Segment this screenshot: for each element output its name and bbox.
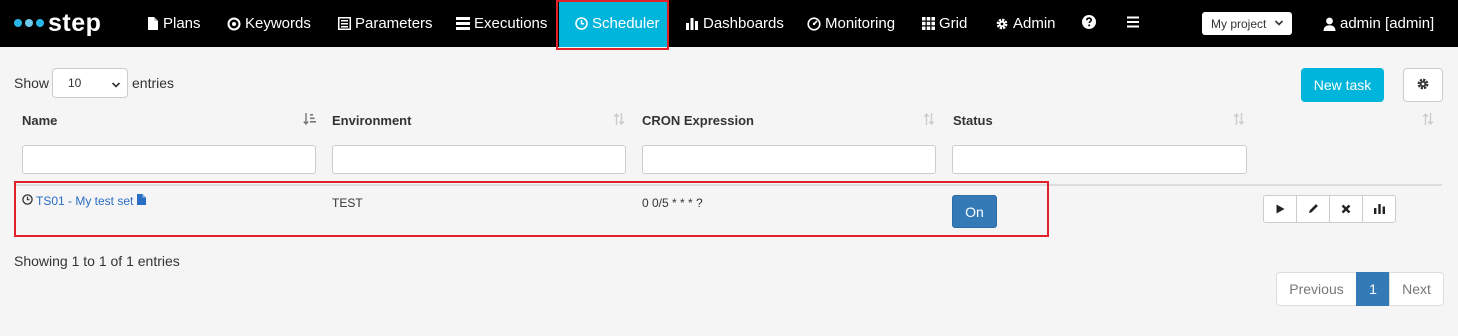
column-header-status[interactable]: Status	[953, 113, 993, 128]
nav-executions-label: Executions	[474, 15, 548, 32]
pagination: Previous 1 Next	[1276, 272, 1444, 306]
delete-task-button[interactable]	[1330, 196, 1363, 222]
grid-icon	[921, 17, 935, 31]
sort-icon[interactable]	[923, 112, 935, 129]
nav-plans[interactable]: Plans	[145, 0, 201, 47]
task-name-cell: TS01 - My test set	[22, 194, 147, 208]
column-header-environment[interactable]: Environment	[332, 113, 411, 128]
status-toggle-button[interactable]: On	[952, 195, 997, 228]
task-environment: TEST	[332, 196, 363, 210]
sort-icon[interactable]	[1233, 112, 1245, 129]
logo-dots-icon	[14, 19, 44, 27]
step-logo[interactable]: step	[14, 8, 101, 38]
chevron-down-icon	[1274, 17, 1284, 31]
sort-icon[interactable]	[613, 112, 625, 129]
gear-icon	[1416, 77, 1430, 94]
filter-input-name[interactable]	[22, 145, 316, 174]
run-task-button[interactable]	[1264, 196, 1297, 222]
nav-dashboards-label: Dashboards	[703, 15, 784, 32]
entries-label: entries	[132, 75, 175, 91]
table-settings-button[interactable]	[1403, 68, 1443, 102]
nav-keywords[interactable]: Keywords	[227, 0, 311, 47]
user-icon	[1323, 17, 1336, 31]
nav-keywords-label: Keywords	[245, 15, 311, 32]
tasks-icon	[456, 17, 470, 31]
filter-input-status[interactable]	[952, 145, 1247, 174]
question-icon	[1082, 14, 1096, 33]
page-1-button[interactable]: 1	[1356, 272, 1390, 306]
table-header-divider	[14, 184, 1442, 186]
nav-scheduler-label: Scheduler	[592, 15, 660, 32]
task-cron: 0 0/5 * * * ?	[642, 196, 703, 210]
help-button[interactable]	[1082, 0, 1096, 47]
bar-chart-icon	[685, 17, 699, 31]
nav-parameters[interactable]: Parameters	[337, 0, 433, 47]
task-row-highlight-outline	[14, 181, 1049, 237]
logo-text: step	[48, 8, 102, 37]
user-name: admin [admin]	[1340, 15, 1435, 32]
nav-admin-label: Admin	[1013, 15, 1056, 32]
nav-executions[interactable]: Executions	[456, 0, 547, 47]
show-label: Show	[14, 75, 50, 91]
task-name-link[interactable]: TS01 - My test set	[36, 194, 133, 208]
target-icon	[227, 17, 241, 31]
nav-parameters-label: Parameters	[355, 15, 433, 32]
nav-plans-label: Plans	[163, 15, 201, 32]
hamburger-icon	[1127, 15, 1139, 32]
project-select[interactable]: My project	[1202, 12, 1292, 35]
menu-button[interactable]	[1127, 0, 1139, 47]
nav-monitoring[interactable]: Monitoring	[807, 0, 895, 47]
nav-monitoring-label: Monitoring	[825, 15, 896, 32]
bar-chart-icon	[1373, 201, 1385, 217]
task-actions	[1263, 195, 1396, 223]
list-icon	[337, 17, 351, 31]
nav-grid-label: Grid	[939, 15, 968, 32]
page-length-select[interactable]: 10	[52, 68, 128, 98]
clock-icon	[574, 17, 588, 31]
previous-page-button[interactable]: Previous	[1276, 272, 1357, 306]
column-header-name[interactable]: Name	[22, 113, 57, 128]
nav-grid[interactable]: Grid	[921, 0, 967, 47]
new-task-button[interactable]: New task	[1301, 68, 1384, 102]
filter-input-environment[interactable]	[332, 145, 626, 174]
user-menu[interactable]: admin [admin]	[1323, 0, 1434, 47]
file-icon[interactable]	[137, 194, 147, 208]
next-page-button[interactable]: Next	[1389, 272, 1444, 306]
gear-icon	[995, 17, 1009, 31]
nav-scheduler[interactable]: Scheduler	[559, 0, 667, 47]
sort-icon[interactable]	[1422, 112, 1434, 129]
page-length-value: 10	[68, 76, 82, 90]
project-select-value: My project	[1211, 16, 1267, 31]
column-header-cron[interactable]: CRON Expression	[642, 113, 754, 128]
top-navbar: step Plans Keywords Parameters Execution…	[0, 0, 1458, 47]
nav-dashboards[interactable]: Dashboards	[685, 0, 784, 47]
clock-icon	[22, 194, 33, 208]
table-info: Showing 1 to 1 of 1 entries	[14, 253, 180, 269]
close-icon	[1341, 201, 1351, 217]
task-stats-button[interactable]	[1363, 196, 1395, 222]
nav-admin[interactable]: Admin	[995, 0, 1056, 47]
play-icon	[1275, 201, 1285, 217]
dashboard-icon	[807, 16, 821, 31]
file-icon	[145, 17, 159, 31]
filter-input-cron[interactable]	[642, 145, 936, 174]
sort-asc-icon[interactable]	[303, 112, 317, 129]
edit-task-button[interactable]	[1297, 196, 1330, 222]
pencil-icon	[1308, 201, 1319, 217]
chevron-down-icon	[111, 79, 121, 93]
